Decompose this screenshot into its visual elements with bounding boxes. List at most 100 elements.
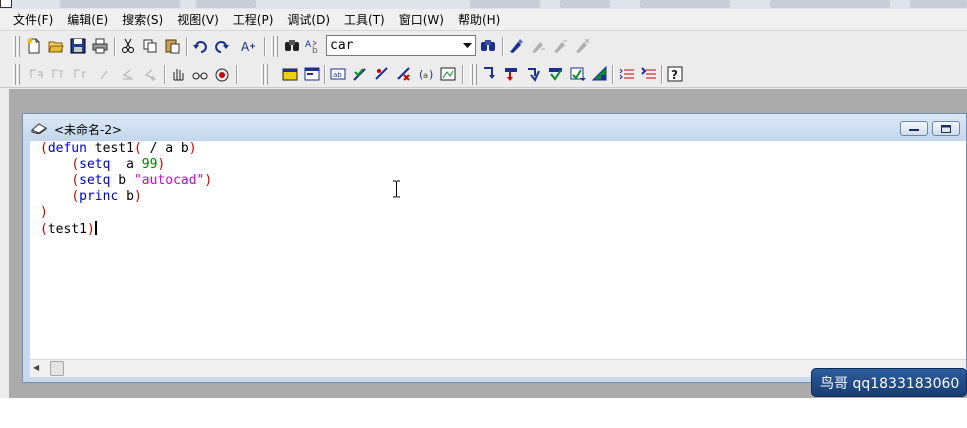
text-caret [94,221,97,235]
search-input[interactable]: car [327,38,459,53]
toolbar-grip[interactable] [261,64,264,85]
toolbar-grip[interactable] [474,64,477,85]
load-active-window-icon[interactable] [280,64,300,84]
title-bar [0,0,967,9]
uncomment-block-icon[interactable] [118,64,138,84]
scroll-thumb[interactable] [50,361,64,376]
reset-icon[interactable] [568,64,588,84]
code-line[interactable]: (setq b "autocad") [40,173,966,189]
editor-title: <未命名-2> [54,123,123,137]
code-token: "autocad" [133,173,205,188]
minimize-icon [909,128,919,131]
indent-block-icon[interactable] [26,64,46,84]
toolbar-grip[interactable] [470,64,473,85]
clear-breakpoints-icon[interactable] [617,64,637,84]
toolbar-grip[interactable] [17,64,20,85]
svg-text:a: a [423,71,428,80]
save-icon[interactable] [68,36,88,56]
toggle-bookmark-icon[interactable] [506,36,526,56]
clear-bookmarks-icon[interactable] [572,36,592,56]
menu-window[interactable]: 窗口(W) [392,9,451,30]
svg-text:): ) [429,68,433,81]
editor-title-bar[interactable]: <未命名-2> [23,114,966,141]
code-editor[interactable]: (defun test1( / a b) (setq a 99) (setq b… [30,141,966,359]
help-icon[interactable]: ? [665,64,685,84]
copy-icon[interactable] [140,36,160,56]
prefix-icon[interactable] [70,64,90,84]
code-token: b [110,173,134,188]
watermark: 鸟哥 qq1833183060 [811,368,967,397]
code-line[interactable]: (setq a 99) [40,157,966,173]
toolbar-grip[interactable] [271,36,274,57]
minimize-button[interactable] [900,121,928,136]
cut-icon[interactable] [118,36,138,56]
hand-icon[interactable] [168,64,188,84]
scroll-left-icon[interactable]: ◀ [33,363,39,372]
search-combo[interactable]: car [326,35,476,56]
code-token: / a b [141,141,189,156]
system-menu-icon[interactable] [0,0,12,8]
code-token: ) [86,222,95,237]
record-icon[interactable] [212,64,232,84]
code-token: 99 [141,157,158,172]
menu-file[interactable]: 文件(F) [6,9,60,30]
redo-icon[interactable] [212,36,232,56]
code-line[interactable]: (defun test1( / a b) [40,141,966,157]
menu-view[interactable]: 视图(V) [170,9,226,30]
toggle-breakpoint-icon[interactable] [590,64,610,84]
step-into-icon[interactable] [438,64,458,84]
format-window-icon[interactable]: ab [328,64,348,84]
continue-icon[interactable] [524,64,544,84]
tools-toolbar: ab (a) ? [0,60,967,88]
find-toolbar-icon[interactable] [478,36,498,56]
find-icon[interactable] [282,36,302,56]
uncomment-alt-icon[interactable] [140,64,160,84]
step-out-icon[interactable] [502,64,522,84]
quit-icon[interactable] [546,64,566,84]
editor-window[interactable]: <未命名-2> (defun test1( / a b) (setq a 99)… [22,113,967,383]
menu-debug[interactable]: 调试(D) [280,9,337,30]
toolbar-grip[interactable] [13,36,16,57]
document-icon [31,122,47,137]
previous-bookmark-icon[interactable] [550,36,570,56]
app-window: 文件(F) 编辑(E) 搜索(S) 视图(V) 工程(P) 调试(D) 工具(T… [0,0,967,398]
restore-button[interactable] [932,121,960,136]
unindent-block-icon[interactable] [48,64,68,84]
check-text-icon[interactable] [350,64,370,84]
menu-edit[interactable]: 编辑(E) [60,9,115,30]
menu-tools[interactable]: 工具(T) [337,9,392,30]
toolbar-grip[interactable] [13,64,16,85]
next-bookmark-icon[interactable] [528,36,548,56]
step-over-icon[interactable] [480,64,500,84]
code-line[interactable]: ) [40,205,966,221]
print-icon[interactable] [90,36,110,56]
complete-word-icon[interactable]: A [238,36,258,56]
code-line[interactable]: (princ b) [40,189,966,205]
code-line[interactable]: (test1) [40,221,966,237]
menu-search[interactable]: 搜索(S) [115,9,170,30]
open-folder-icon[interactable] [46,36,66,56]
paste-icon[interactable] [162,36,182,56]
parentheses-match-icon[interactable] [394,64,414,84]
load-selection-icon[interactable] [302,64,322,84]
chevron-down-icon[interactable] [459,36,475,55]
svg-text:A: A [305,40,312,50]
menu-project[interactable]: 工程(P) [226,9,281,30]
toolbar-grip[interactable] [275,36,278,57]
toolbar-grip[interactable] [17,36,20,57]
watch-glasses-icon[interactable] [190,64,210,84]
text-cursor-icon [392,180,401,201]
code-token: a [110,157,142,172]
menu-help[interactable]: 帮助(H) [451,9,507,30]
replace-icon[interactable]: Ab [303,36,323,56]
apropos-list-icon[interactable] [639,64,659,84]
toolbar-grip[interactable] [265,64,268,85]
comment-block-icon[interactable] [96,64,116,84]
new-file-icon[interactable] [24,36,44,56]
undo-icon[interactable] [190,36,210,56]
inspect-icon[interactable]: (a) [416,64,436,84]
apropos-icon[interactable] [372,64,392,84]
code-token: ) [204,173,213,188]
